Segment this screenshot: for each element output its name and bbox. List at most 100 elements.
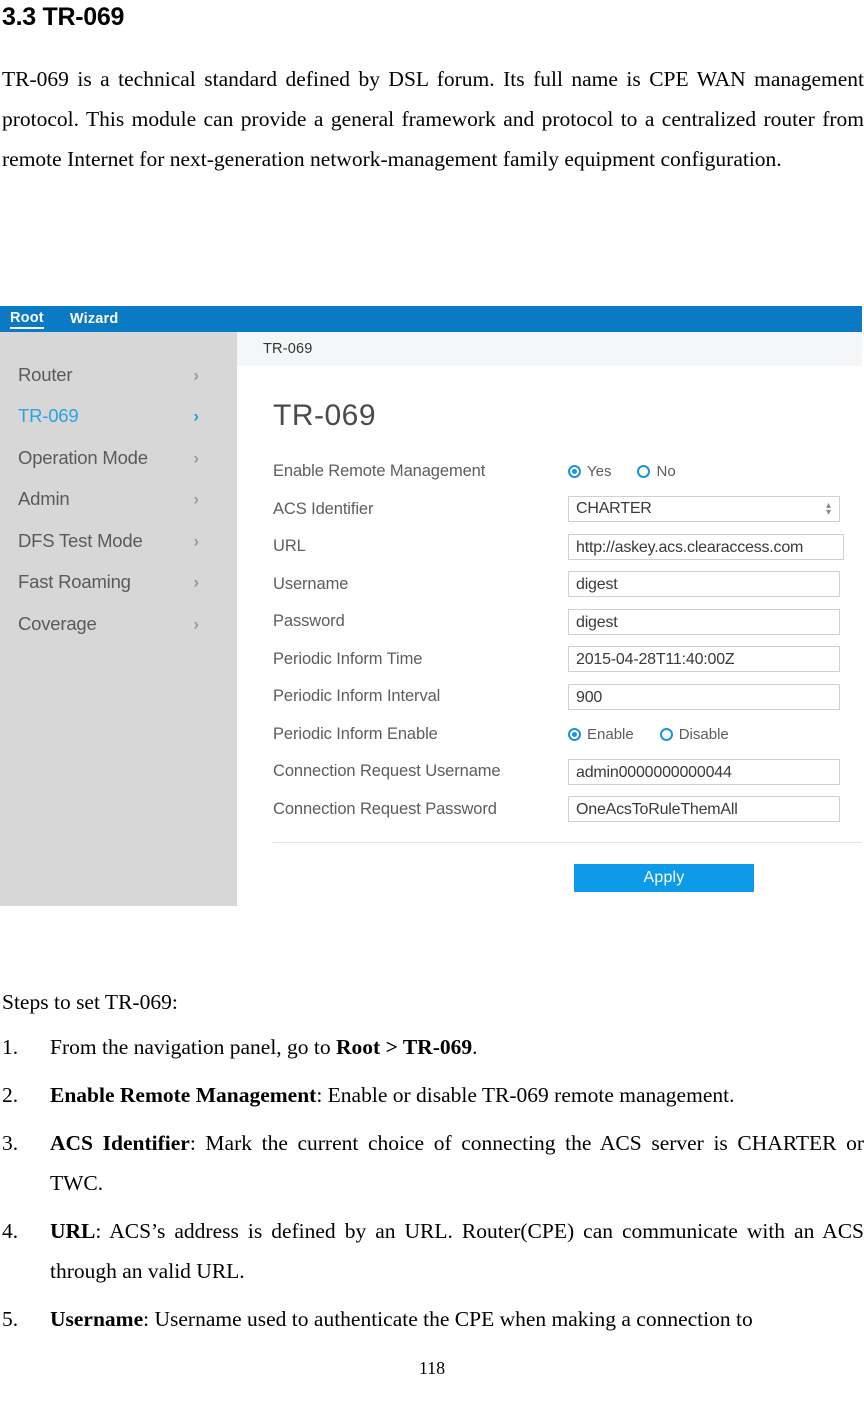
radio-dot-icon (568, 727, 581, 741)
sidebar-item-operation-mode[interactable]: Operation Mode › (0, 437, 237, 479)
sidebar-item-label: Operation Mode (18, 446, 148, 468)
field-row-connection-request-password: Connection Request Password OneAcsToRule… (273, 791, 862, 829)
tr069-settings-form: Enable Remote Management Yes No ACS Iden… (237, 453, 862, 892)
url-input[interactable]: http://askey.acs.clearaccess.com (568, 533, 844, 560)
step-text-before: From the navigation panel, go to (50, 1035, 337, 1059)
field-control: 900 (568, 683, 862, 710)
field-control: digest (568, 571, 862, 598)
field-control: admin0000000000044 (568, 758, 862, 785)
field-row-url: URL http://askey.acs.clearaccess.com (273, 528, 862, 566)
periodic-inform-interval-input[interactable]: 900 (568, 683, 840, 710)
chevron-right-icon: › (193, 448, 199, 468)
field-label: Username (273, 574, 349, 593)
radio-periodic-inform-disable[interactable]: Disable (659, 725, 729, 743)
breadcrumb-label: TR-069 (263, 341, 313, 357)
sidebar-item-admin[interactable]: Admin › (0, 479, 237, 521)
radio-dot-icon (637, 465, 651, 479)
radio-label: Disable (678, 725, 729, 743)
sidebar-item-label: Fast Roaming (18, 571, 131, 593)
field-row-password: Password digest (273, 603, 862, 641)
sidebar-item-coverage[interactable]: Coverage › (0, 603, 237, 645)
sidebar-item-label: Router (18, 363, 73, 385)
sidebar-item-dfs-test-mode[interactable]: DFS Test Mode › (0, 520, 237, 562)
field-label: Periodic Inform Time (273, 649, 423, 668)
step-bold: ACS Identifier (50, 1131, 190, 1155)
steps-section: Steps to set TR-069: From the navigation… (0, 985, 864, 1339)
document-page: 3.3 TR-069 TR-069 is a technical standar… (0, 0, 864, 179)
sidebar-item-router[interactable]: Router › (0, 354, 237, 396)
tab-root[interactable]: Root (10, 310, 44, 329)
page-number: 118 (418, 1358, 446, 1378)
tab-wizard[interactable]: Wizard (70, 311, 119, 328)
step-bold: URL (50, 1219, 96, 1243)
sidebar-item-label: DFS Test Mode (18, 529, 143, 551)
form-actions: Apply (273, 843, 862, 892)
field-row-connection-request-username: Connection Request Username admin0000000… (273, 753, 862, 791)
radio-group-enable-remote-management: Yes No (568, 463, 862, 480)
sidebar-item-tr-069[interactable]: TR-069 › (0, 396, 237, 438)
radio-dot-icon (568, 465, 581, 479)
step-text-after: . (472, 1035, 478, 1059)
chevron-right-icon: › (193, 572, 199, 592)
radio-label: Enable (587, 725, 634, 743)
field-label: Enable Remote Management (273, 462, 486, 481)
step-bold: Enable Remote Management (50, 1083, 317, 1107)
connection-request-username-input[interactable]: admin0000000000044 (568, 758, 840, 785)
radio-label: No (656, 463, 676, 481)
radio-remote-management-yes[interactable]: Yes (568, 463, 611, 480)
router-admin-screenshot: Root Wizard Router › TR-069 › Operation … (0, 306, 862, 906)
field-row-acs-identifier: ACS Identifier CHARTER ▴ ▾ (273, 491, 862, 529)
field-label: Periodic Inform Interval (273, 687, 441, 706)
periodic-inform-time-input[interactable]: 2015-04-28T11:40:00Z (568, 646, 840, 673)
field-control: Yes No (568, 463, 862, 480)
intro-paragraph: TR-069 is a technical standard defined b… (2, 67, 864, 172)
field-label: Connection Request Password (273, 799, 497, 818)
steps-intro: Steps to set TR-069: (2, 990, 178, 1014)
acs-identifier-select[interactable]: CHARTER ▴ ▾ (568, 496, 840, 523)
field-control: 2015-04-28T11:40:00Z (568, 646, 862, 673)
field-label: Password (273, 612, 345, 631)
field-control: CHARTER ▴ ▾ (568, 496, 862, 523)
section-heading: 3.3 TR-069 (2, 3, 125, 31)
step-text-after: : ACS’s address is defined by an URL. Ro… (50, 1219, 864, 1283)
main-content-panel: TR-069 TR-069 Enable Remote Management Y… (237, 332, 862, 906)
password-input[interactable]: digest (568, 608, 840, 635)
step-bold: Root > TR-069 (336, 1035, 473, 1059)
field-control: http://askey.acs.clearaccess.com (568, 533, 862, 560)
step-text-after: : Username used to authenticate the CPE … (143, 1307, 753, 1331)
radio-remote-management-no[interactable]: No (637, 463, 676, 481)
sidebar-navigation: Router › TR-069 › Operation Mode › Admin… (0, 332, 237, 906)
steps-list: From the navigation panel, go to Root > … (0, 1027, 864, 1339)
sidebar-item-label: Admin (18, 488, 70, 510)
sidebar-item-fast-roaming[interactable]: Fast Roaming › (0, 562, 237, 604)
field-row-enable-remote-management: Enable Remote Management Yes No (273, 453, 862, 491)
list-item: ACS Identifier: Mark the current choice … (0, 1123, 864, 1203)
sidebar-item-label: Coverage (18, 612, 97, 634)
chevron-right-icon: › (193, 489, 199, 509)
list-item: Username: Username used to authenticate … (0, 1299, 864, 1339)
radio-dot-icon (659, 727, 673, 741)
list-item: URL: ACS’s address is defined by an URL.… (0, 1211, 864, 1291)
top-navigation-bar: Root Wizard (0, 306, 862, 332)
list-item: From the navigation panel, go to Root > … (0, 1027, 864, 1067)
apply-button[interactable]: Apply (574, 864, 754, 892)
chevron-right-icon: › (193, 365, 199, 385)
breadcrumb: TR-069 (237, 332, 862, 366)
field-label: URL (273, 537, 306, 556)
field-row-username: Username digest (273, 566, 862, 604)
step-bold: Username (50, 1307, 144, 1331)
chevron-right-icon: › (193, 531, 199, 551)
step-text-after: : Enable or disable TR-069 remote manage… (316, 1083, 735, 1107)
radio-periodic-inform-enable[interactable]: Enable (568, 726, 634, 743)
field-label: Connection Request Username (273, 762, 501, 781)
username-input[interactable]: digest (568, 571, 840, 598)
connection-request-password-input[interactable]: OneAcsToRuleThemAll (568, 796, 840, 823)
field-row-periodic-inform-enable: Periodic Inform Enable Enable Disable (273, 716, 862, 754)
field-control: Enable Disable (568, 726, 862, 743)
chevron-right-icon: › (193, 614, 199, 634)
field-row-periodic-inform-time: Periodic Inform Time 2015-04-28T11:40:00… (273, 641, 862, 679)
chevron-right-icon: › (193, 406, 199, 426)
field-label: ACS Identifier (273, 499, 374, 518)
sidebar-item-label: TR-069 (18, 405, 79, 427)
